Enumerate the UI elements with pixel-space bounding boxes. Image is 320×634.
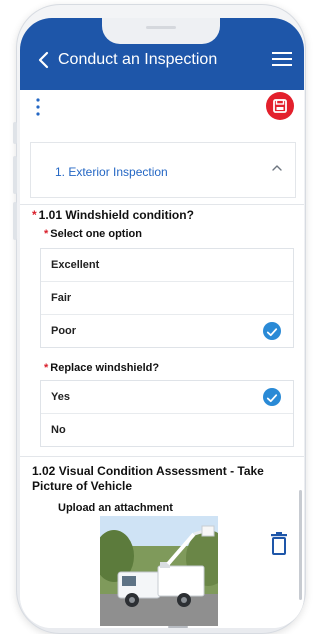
chevron-up-icon[interactable] <box>271 163 283 173</box>
option-label: Poor <box>51 325 77 337</box>
section-header[interactable]: 1. Exterior Inspection <box>30 142 296 198</box>
question-1-02: 1.02 Visual Condition Assessment - Take … <box>32 464 264 493</box>
phone-volume-down-button <box>13 202 17 240</box>
phone-volume-up-button <box>13 156 17 194</box>
option-list-replace-windshield: Yes No <box>40 380 294 447</box>
required-asterisk: * <box>32 208 37 222</box>
phone-screen: Conduct an Inspection 1. Exterior Inspec… <box>20 18 304 628</box>
scrollbar[interactable] <box>299 490 302 600</box>
sub-label-upload: Upload an attachment <box>58 502 173 514</box>
sub-label-text: Replace windshield? <box>50 362 160 374</box>
phone-speaker <box>146 26 176 29</box>
check-icon <box>263 322 281 340</box>
trash-icon[interactable] <box>270 532 288 556</box>
option-poor[interactable]: Poor <box>41 315 293 347</box>
option-label: Fair <box>51 292 72 304</box>
content-fade-indicator <box>168 626 188 628</box>
question-label: 1.01 Windshield condition? <box>38 208 194 222</box>
vehicle-photo[interactable] <box>100 516 218 626</box>
option-yes[interactable]: Yes <box>41 381 293 414</box>
phone-side-button <box>13 122 17 144</box>
option-label: Excellent <box>51 259 100 271</box>
save-button[interactable] <box>266 92 294 120</box>
chevron-left-icon[interactable] <box>34 50 54 70</box>
sub-label-text: Select one option <box>50 228 142 240</box>
option-fair[interactable]: Fair <box>41 282 293 315</box>
check-icon <box>263 388 281 406</box>
required-asterisk: * <box>44 362 49 374</box>
divider <box>20 456 304 457</box>
toolbar <box>20 90 304 130</box>
content-area: 1. Exterior Inspection * 1.01 Windshield … <box>20 130 304 628</box>
phone-notch <box>102 18 220 44</box>
sub-label-replace-windshield: * Replace windshield? <box>44 362 159 374</box>
option-label: Yes <box>51 391 70 403</box>
hamburger-menu-icon[interactable] <box>272 51 292 67</box>
option-excellent[interactable]: Excellent <box>41 249 293 282</box>
option-no[interactable]: No <box>41 414 293 446</box>
option-label: No <box>51 424 66 436</box>
divider <box>20 204 304 205</box>
option-list-windshield: Excellent Fair Poor <box>40 248 294 348</box>
page-title: Conduct an Inspection <box>58 51 218 68</box>
vehicle-image <box>100 516 218 626</box>
save-icon <box>273 99 287 113</box>
kebab-icon[interactable] <box>33 94 43 120</box>
question-1-01: * 1.01 Windshield condition? <box>32 208 288 223</box>
required-asterisk: * <box>44 228 49 240</box>
section-title: 1. Exterior Inspection <box>55 165 168 179</box>
stage: Conduct an Inspection 1. Exterior Inspec… <box>0 0 316 634</box>
sub-label-select-one: * Select one option <box>44 228 142 240</box>
